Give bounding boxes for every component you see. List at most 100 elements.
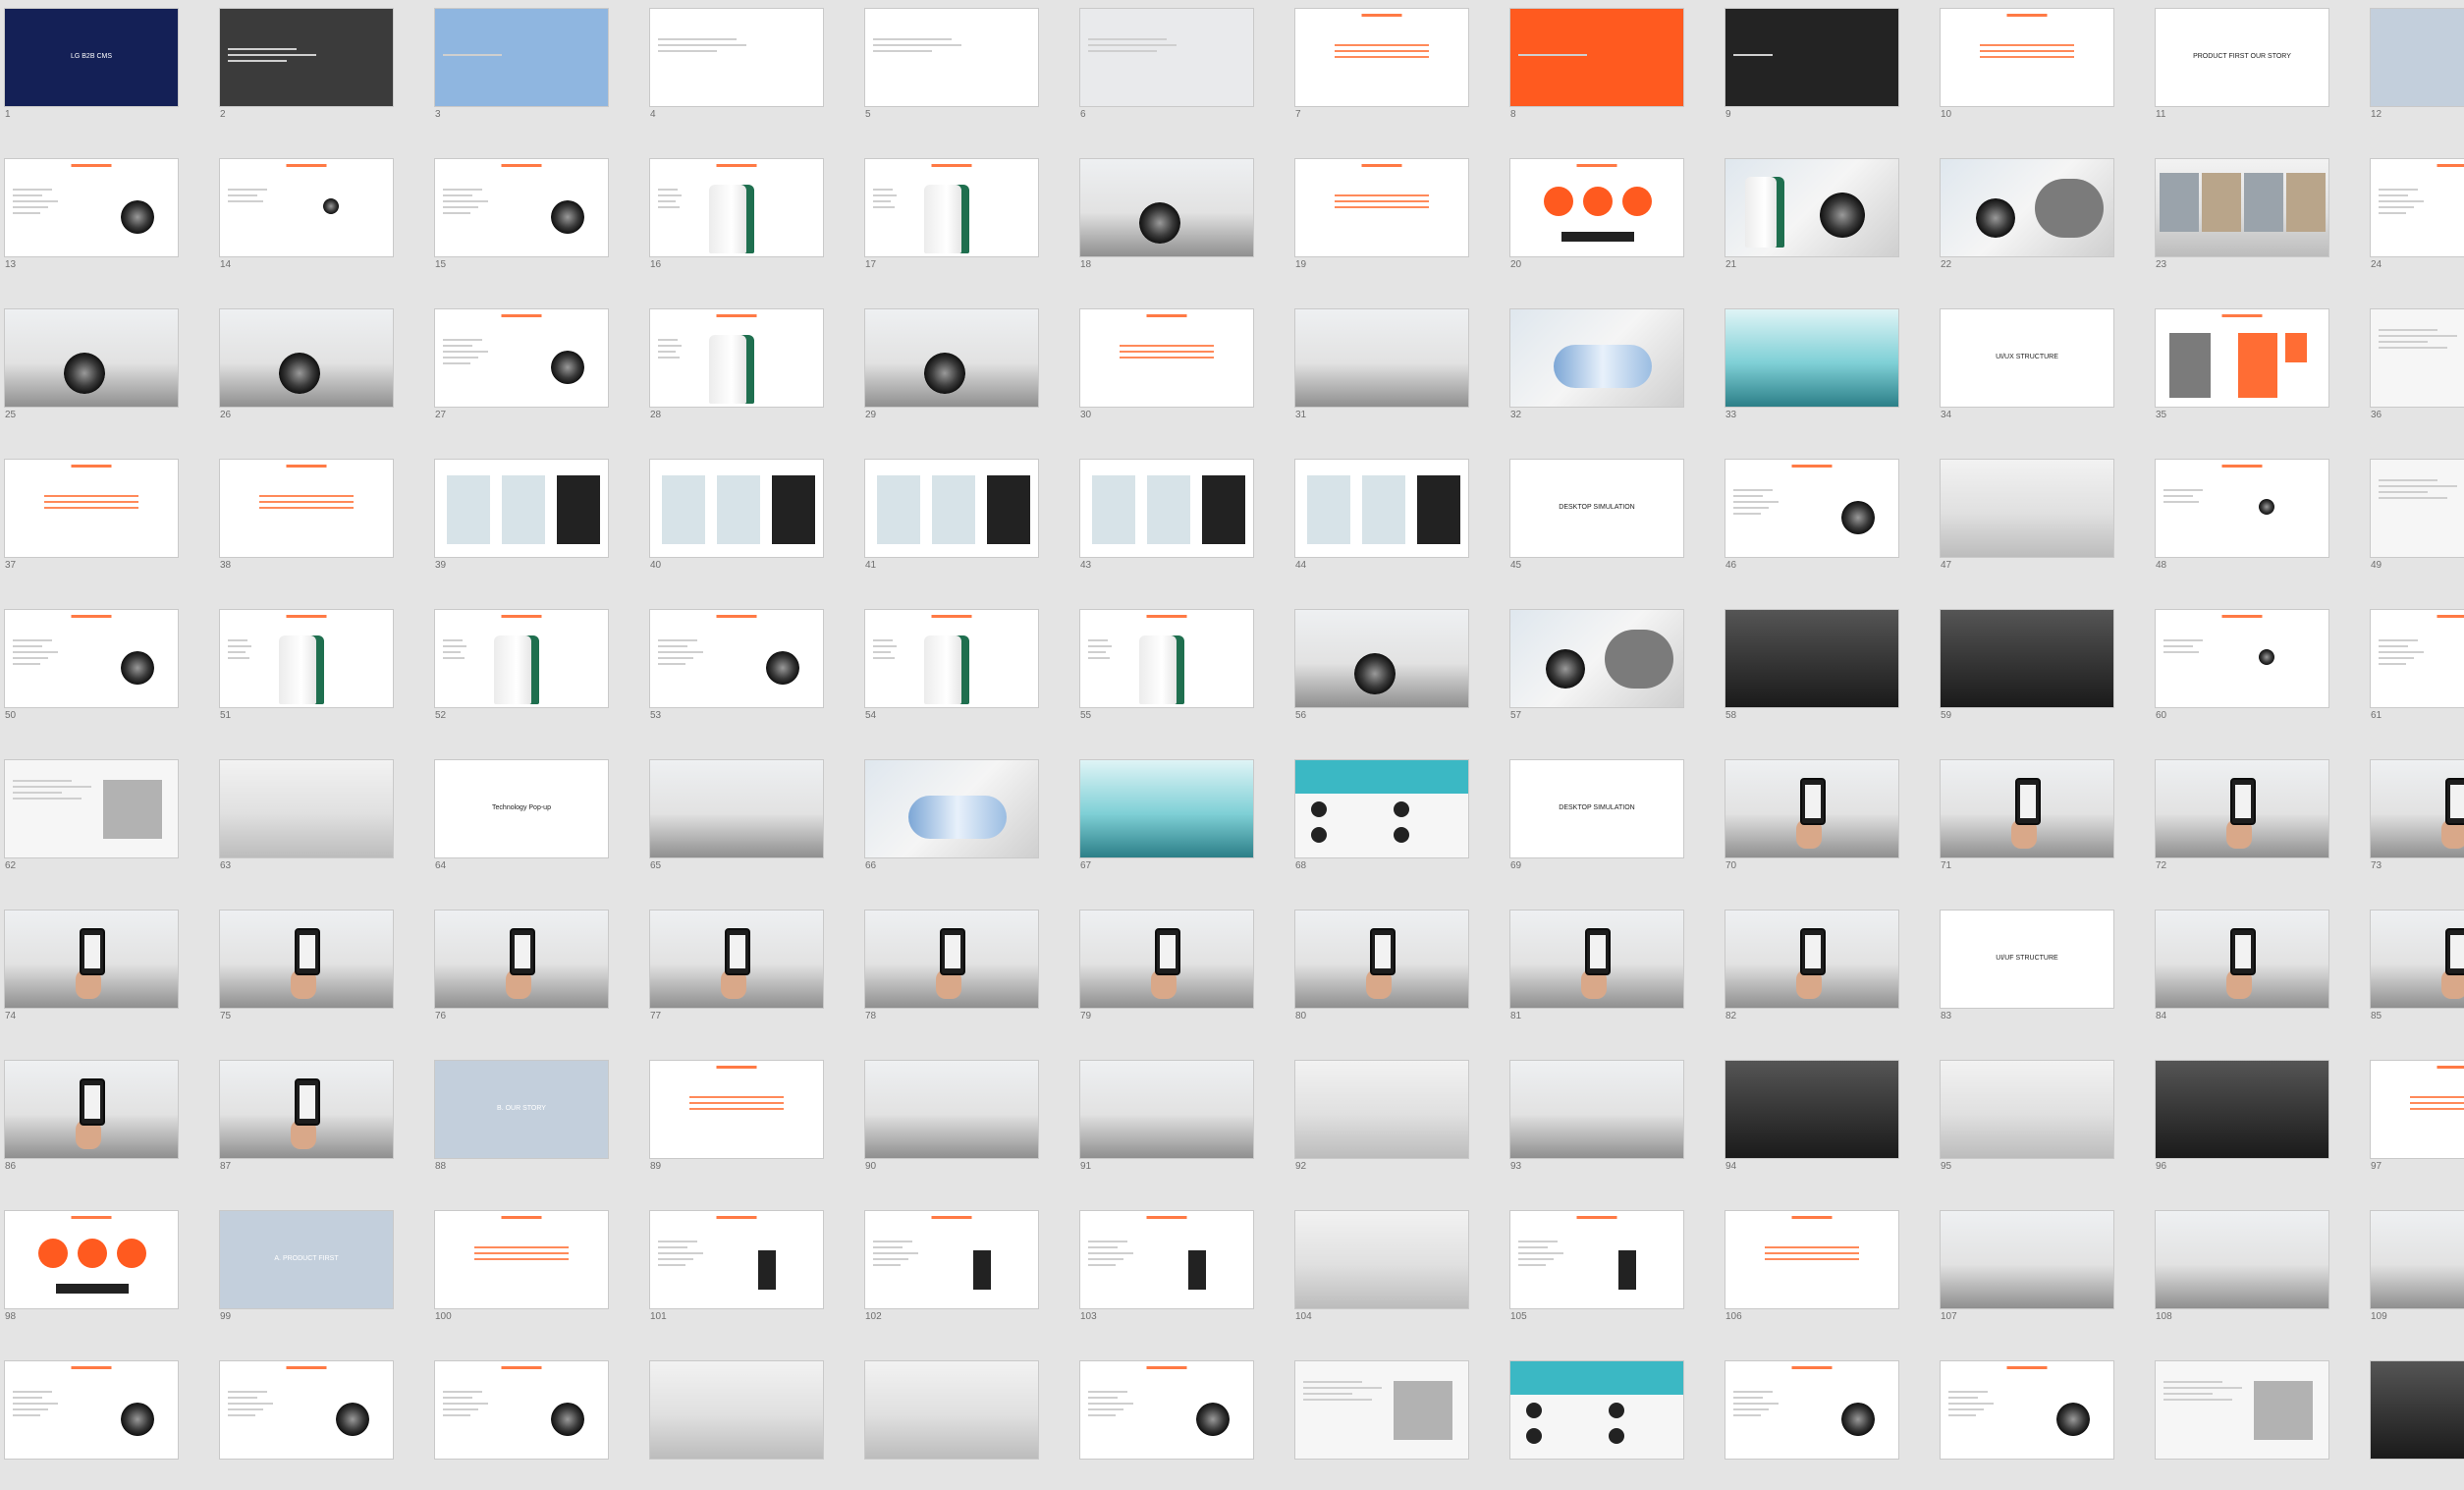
slide-thumbnail[interactable]: 77 xyxy=(645,902,824,1039)
slide-thumbnail[interactable]: 67 xyxy=(1075,751,1254,889)
slide-thumbnail[interactable]: 55 xyxy=(1075,601,1254,739)
slide-preview[interactable]: B. OUR STORY xyxy=(434,1060,609,1159)
slide-thumbnail[interactable]: 97 xyxy=(2366,1052,2464,1189)
slide-thumbnail[interactable]: 22 xyxy=(1936,150,2114,288)
slide-preview[interactable] xyxy=(434,8,609,107)
slide-thumbnail[interactable]: 93 xyxy=(1506,1052,1684,1189)
slide-preview[interactable] xyxy=(864,1210,1039,1309)
slide-thumbnail[interactable]: 35 xyxy=(2151,301,2329,438)
slide-thumbnail[interactable]: 98 xyxy=(0,1202,179,1340)
slide-preview[interactable] xyxy=(1940,1210,2114,1309)
slide-preview[interactable] xyxy=(1079,609,1254,708)
slide-preview[interactable] xyxy=(4,1060,179,1159)
slide-preview[interactable] xyxy=(1725,158,1899,257)
slide-preview[interactable] xyxy=(649,1210,824,1309)
slide-thumbnail[interactable]: 72 xyxy=(2151,751,2329,889)
slide-thumbnail[interactable]: 106 xyxy=(1721,1202,1899,1340)
slide-thumbnail[interactable]: 40 xyxy=(645,451,824,588)
slide-thumbnail[interactable] xyxy=(1936,1352,2114,1490)
slide-thumbnail[interactable]: DESKTOP SIMULATION 45 xyxy=(1506,451,1684,588)
slide-preview[interactable] xyxy=(1940,8,2114,107)
slide-preview[interactable] xyxy=(1725,459,1899,558)
slide-preview[interactable] xyxy=(1940,1060,2114,1159)
slide-preview[interactable] xyxy=(219,308,394,408)
slide-preview[interactable] xyxy=(1725,1360,1899,1460)
slide-thumbnail[interactable]: 9 xyxy=(1721,0,1899,138)
slide-thumbnail[interactable]: 7 xyxy=(1290,0,1469,138)
slide-thumbnail[interactable]: 51 xyxy=(215,601,394,739)
slide-preview[interactable] xyxy=(2370,1360,2464,1460)
slide-thumbnail[interactable] xyxy=(1290,1352,1469,1490)
slide-preview[interactable] xyxy=(219,8,394,107)
slide-preview[interactable] xyxy=(4,459,179,558)
slide-preview[interactable] xyxy=(1294,8,1469,107)
slide-preview[interactable] xyxy=(2370,308,2464,408)
slide-thumbnail[interactable] xyxy=(860,1352,1039,1490)
slide-thumbnail[interactable]: 32 xyxy=(1506,301,1684,438)
slide-thumbnail[interactable]: 25 xyxy=(0,301,179,438)
slide-thumbnail[interactable]: 89 xyxy=(645,1052,824,1189)
slide-thumbnail[interactable]: 94 xyxy=(1721,1052,1899,1189)
slide-preview[interactable] xyxy=(1509,609,1684,708)
slide-preview[interactable] xyxy=(864,759,1039,858)
slide-thumbnail[interactable]: 18 xyxy=(1075,150,1254,288)
slide-thumbnail[interactable]: 6 xyxy=(1075,0,1254,138)
slide-preview[interactable] xyxy=(2155,158,2329,257)
slide-thumbnail[interactable]: 108 xyxy=(2151,1202,2329,1340)
slide-thumbnail[interactable]: 85 xyxy=(2366,902,2464,1039)
slide-thumbnail[interactable]: 21 xyxy=(1721,150,1899,288)
slide-thumbnail[interactable]: 86 xyxy=(0,1052,179,1189)
slide-preview[interactable] xyxy=(649,609,824,708)
slide-preview[interactable] xyxy=(1294,1060,1469,1159)
slide-thumbnail[interactable]: 54 xyxy=(860,601,1039,739)
slide-preview[interactable] xyxy=(649,1060,824,1159)
slide-thumbnail[interactable] xyxy=(1075,1352,1254,1490)
slide-thumbnail[interactable]: 12 xyxy=(2366,0,2464,138)
slide-preview[interactable]: A. PRODUCT FIRST xyxy=(219,1210,394,1309)
slide-preview[interactable] xyxy=(2370,609,2464,708)
slide-preview[interactable]: DESKTOP SIMULATION xyxy=(1509,459,1684,558)
slide-thumbnail[interactable]: 50 xyxy=(0,601,179,739)
slide-preview[interactable] xyxy=(1940,158,2114,257)
slide-thumbnail[interactable]: 41 xyxy=(860,451,1039,588)
slide-preview[interactable] xyxy=(2155,1060,2329,1159)
slide-preview[interactable] xyxy=(1725,1210,1899,1309)
slide-thumbnail[interactable]: 104 xyxy=(1290,1202,1469,1340)
slide-thumbnail[interactable]: 44 xyxy=(1290,451,1469,588)
slide-thumbnail[interactable]: DESKTOP SIMULATION 69 xyxy=(1506,751,1684,889)
slide-thumbnail[interactable]: 74 xyxy=(0,902,179,1039)
slide-preview[interactable] xyxy=(2155,609,2329,708)
slide-thumbnail[interactable]: 78 xyxy=(860,902,1039,1039)
slide-thumbnail[interactable]: A. PRODUCT FIRST 99 xyxy=(215,1202,394,1340)
slide-thumbnail[interactable]: UI/UF STRUCTURE 83 xyxy=(1936,902,2114,1039)
slide-preview[interactable] xyxy=(219,759,394,858)
slide-thumbnail[interactable]: 8 xyxy=(1506,0,1684,138)
slide-thumbnail[interactable]: 102 xyxy=(860,1202,1039,1340)
slide-thumbnail[interactable]: 16 xyxy=(645,150,824,288)
slide-preview[interactable]: UI/UX STRUCTURE xyxy=(1940,308,2114,408)
slide-preview[interactable]: LG B2B CMS xyxy=(4,8,179,107)
slide-preview[interactable] xyxy=(864,910,1039,1009)
slide-thumbnail[interactable]: 4 xyxy=(645,0,824,138)
slide-preview[interactable] xyxy=(1079,158,1254,257)
slide-preview[interactable] xyxy=(2155,459,2329,558)
slide-preview[interactable] xyxy=(1940,759,2114,858)
slide-thumbnail[interactable]: 81 xyxy=(1506,902,1684,1039)
slide-preview[interactable] xyxy=(1079,910,1254,1009)
slide-thumbnail[interactable]: 3 xyxy=(430,0,609,138)
slide-preview[interactable] xyxy=(1294,1360,1469,1460)
slide-preview[interactable] xyxy=(434,910,609,1009)
slide-preview[interactable] xyxy=(649,308,824,408)
slide-preview[interactable] xyxy=(4,308,179,408)
slide-preview[interactable] xyxy=(219,609,394,708)
slide-thumbnail[interactable]: 43 xyxy=(1075,451,1254,588)
slide-thumbnail[interactable]: 58 xyxy=(1721,601,1899,739)
slide-preview[interactable] xyxy=(1079,759,1254,858)
slide-preview[interactable] xyxy=(1725,8,1899,107)
slide-thumbnail[interactable]: B. OUR STORY 88 xyxy=(430,1052,609,1189)
slide-preview[interactable] xyxy=(1294,308,1469,408)
slide-preview[interactable] xyxy=(2370,459,2464,558)
slide-thumbnail[interactable]: 13 xyxy=(0,150,179,288)
slide-thumbnail[interactable]: 65 xyxy=(645,751,824,889)
slide-preview[interactable] xyxy=(1940,1360,2114,1460)
